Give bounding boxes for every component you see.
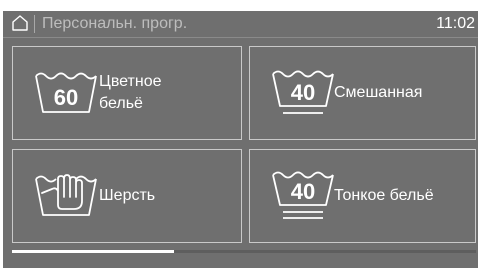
- program-label: Цветное бельё: [99, 73, 162, 112]
- wash-tub-60-icon: 60: [35, 72, 97, 113]
- home-icon[interactable]: [11, 14, 29, 32]
- status-divider: [34, 15, 35, 33]
- page-title: Персональн. прогр.: [42, 15, 188, 32]
- hand-wash-icon: [35, 174, 97, 216]
- program-label: Шерсть: [99, 187, 156, 204]
- display-screen: Персональн. прогр. 11:02 60 Цветное бель…: [3, 11, 478, 268]
- temperature-label: 60: [54, 85, 78, 110]
- header-separator: [3, 37, 478, 38]
- program-label: Тонкое бельё: [334, 187, 434, 204]
- program-tile-mixed[interactable]: 40 Смешанная: [249, 46, 476, 140]
- program-tile-wool[interactable]: Шерсть: [12, 149, 242, 243]
- program-tile-delicate[interactable]: 40 Тонкое бельё: [249, 149, 476, 243]
- scroll-position-indicator[interactable]: [12, 250, 174, 253]
- temperature-label: 40: [291, 80, 315, 105]
- wash-tub-40-one-bar-icon: 40: [272, 70, 334, 114]
- program-label: Смешанная: [334, 84, 423, 101]
- scrollbar[interactable]: [12, 250, 476, 253]
- wash-tub-40-two-bars-icon: 40: [272, 171, 334, 219]
- status-bar: Персональн. прогр. 11:02: [3, 11, 478, 37]
- clock-time: 11:02: [436, 15, 475, 32]
- program-tile-colored[interactable]: 60 Цветное бельё: [12, 46, 242, 140]
- temperature-label: 40: [291, 179, 315, 204]
